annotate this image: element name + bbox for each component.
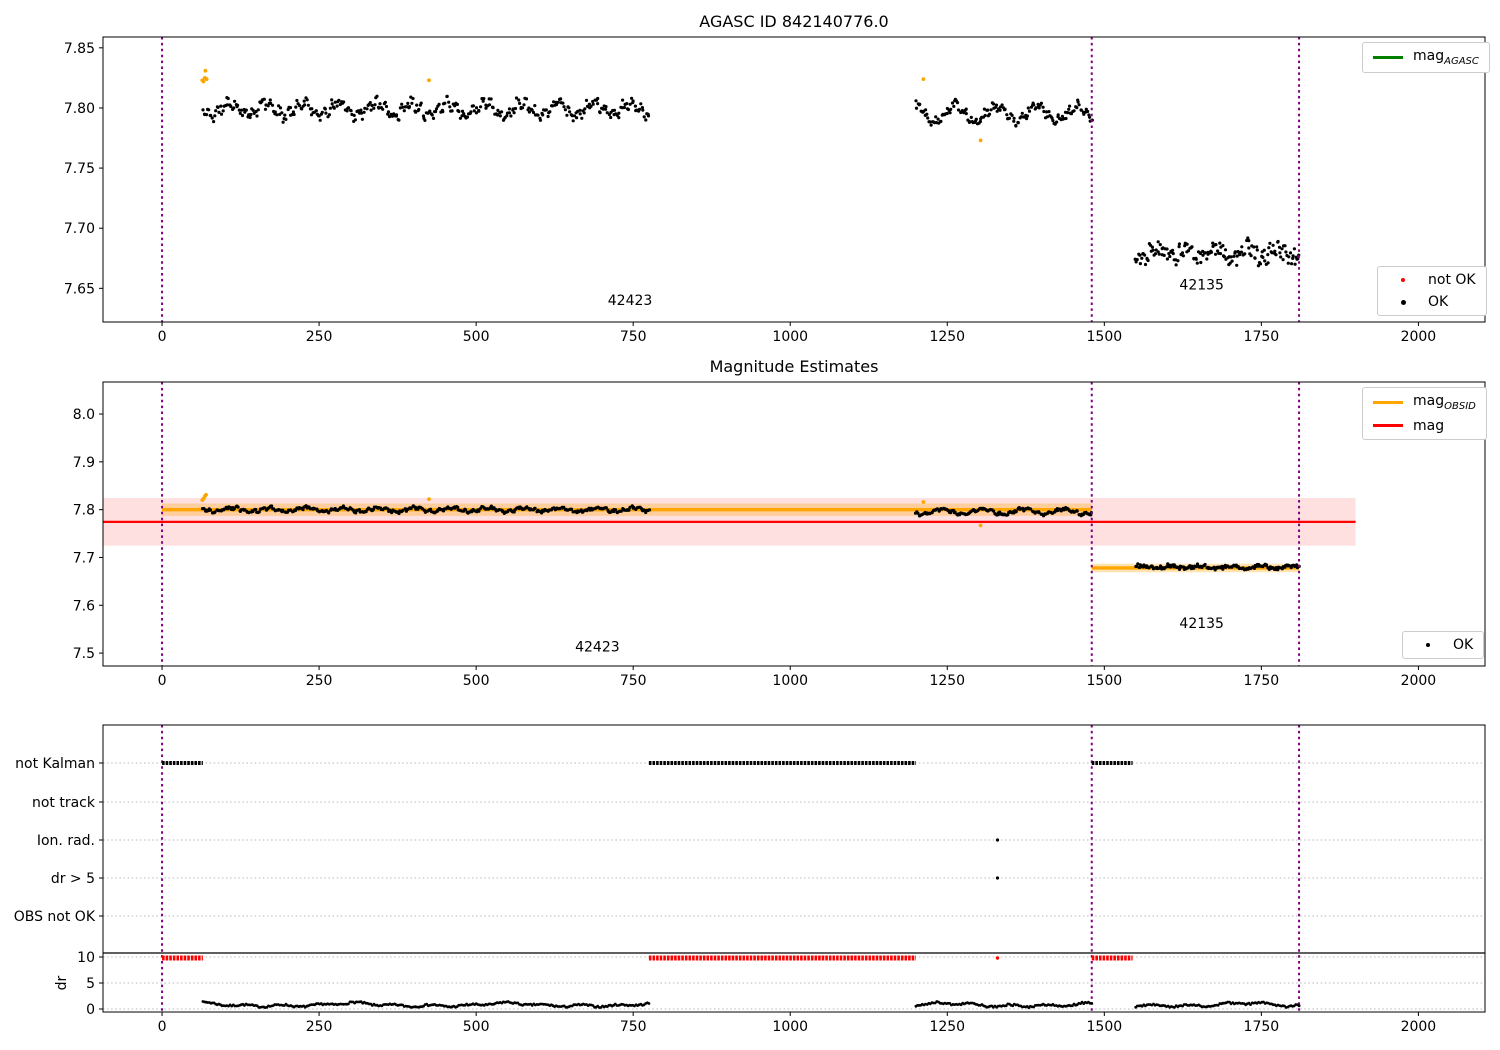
legend-item: OK [1413, 637, 1473, 653]
dr-trace-points [201, 1000, 1301, 1010]
x-tick-label: 0 [158, 673, 167, 689]
y-tick-label: 7.7 [73, 550, 95, 566]
legend-swatch [1401, 278, 1405, 282]
legend-line-icon [1373, 400, 1403, 404]
legend-item-label: magAGASC [1413, 48, 1479, 67]
x-tick-label: 500 [463, 1019, 490, 1035]
magnitude-estimates-figure: 42423 42135 0 250 500 750 1000 1250 1500 1750 2000… [0, 0, 1500, 1050]
x-tick-label: 0 [158, 329, 167, 345]
x-tick-label: 1250 [929, 1019, 965, 1035]
flags-plot-spines [102, 724, 1486, 1013]
legend-dot-icon [1388, 299, 1418, 305]
x-tick-label: 250 [306, 329, 333, 345]
legend-swatch [1373, 424, 1403, 428]
x-tick-label: 1500 [1087, 673, 1123, 689]
x-tick-label: 500 [463, 329, 490, 345]
x-tick-label: 2000 [1401, 673, 1437, 689]
legend-item-label: OK [1428, 294, 1449, 310]
agasc-mag-plot: 42423 42135 0 250 500 750 1000 1250 1500 1750 2000… [64, 36, 1486, 345]
x-tick-label: 1000 [772, 329, 808, 345]
y-tick-label: 7.80 [64, 101, 95, 117]
x-tick-label: 1500 [1087, 1019, 1123, 1035]
top-chart-title: AGASC ID 842140776.0 [699, 12, 889, 31]
figure-canvas: 42423421350 250 500 750 1000 1250 1500 1750 2000… [14, 36, 1486, 1035]
agasc-line-legend: magAGASC [1362, 42, 1490, 73]
x-tick-label: 1750 [1244, 329, 1280, 345]
x-tick-label: 1500 [1087, 329, 1123, 345]
dr-tick-label: 0 [86, 1002, 95, 1018]
estimates-marker-legend: OK [1402, 631, 1485, 659]
legend-item: OK [1388, 294, 1476, 310]
x-tick-label: 1750 [1244, 673, 1280, 689]
dr-axis-label: dr [54, 975, 70, 990]
flag-row-label: OBS not OK [14, 909, 96, 925]
y-tick-label: 7.9 [73, 455, 95, 471]
flag-row-label: not track [32, 795, 96, 811]
x-tick-label: 2000 [1401, 1019, 1437, 1035]
legend-dot-icon [1388, 278, 1418, 282]
y-tick-label: 8.0 [73, 407, 95, 423]
x-tick-label: 250 [306, 673, 333, 689]
x-tick-label: 0 [158, 1019, 167, 1035]
x-tick-label: 750 [620, 329, 647, 345]
legend-item-label: magOBSID [1413, 393, 1476, 412]
legend-swatch [1373, 55, 1403, 59]
middle-chart-title: Magnitude Estimates [709, 357, 879, 376]
obsid-annotation: 42423 [608, 293, 653, 309]
agasc-mag-plot-spines [102, 36, 1486, 323]
magnitude-estimates-plot: 42423 42135 0 250 500 750 1000 1250 1500 1750 2000… [73, 381, 1486, 689]
flag-row-label: not Kalman [15, 756, 95, 772]
x-tick-label: 1000 [772, 673, 808, 689]
y-tick-label: 7.65 [64, 281, 95, 297]
dr-tick-label: 10 [77, 950, 95, 966]
legend-line-icon [1373, 55, 1403, 59]
x-tick-label: 750 [620, 673, 647, 689]
y-tick-label: 7.70 [64, 221, 95, 237]
legend-swatch [1400, 299, 1406, 305]
legend-item: magAGASC [1373, 48, 1479, 67]
x-tick-label: 1000 [772, 1019, 808, 1035]
x-tick-label: 750 [620, 1019, 647, 1035]
obsid-annotation: 42423 [575, 640, 620, 656]
legend-item-label: not OK [1428, 272, 1476, 288]
dr-tick-label: 5 [86, 976, 95, 992]
x-tick-label: 1250 [929, 329, 965, 345]
y-tick-label: 7.75 [64, 161, 95, 177]
legend-item-label: mag [1413, 417, 1445, 434]
y-tick-label: 7.6 [73, 598, 95, 614]
obsid-annotation: 42135 [1179, 278, 1224, 294]
x-tick-label: 1750 [1244, 1019, 1280, 1035]
flag-row-label: dr > 5 [51, 871, 95, 887]
y-tick-label: 7.85 [64, 41, 95, 57]
x-tick-label: 1250 [929, 673, 965, 689]
legend-item: not OK [1388, 272, 1476, 288]
flag-point-dr-5 [995, 876, 1000, 880]
y-tick-label: 7.8 [73, 503, 95, 519]
legend-item-label: OK [1453, 637, 1474, 653]
x-tick-label: 250 [306, 1019, 333, 1035]
legend-item: mag [1373, 418, 1476, 434]
agasc-mag-plot-ok-points [201, 94, 1301, 268]
dr-not-ok-point [995, 956, 1000, 960]
legend-dot-icon [1413, 643, 1443, 647]
obsid-annotation: 42135 [1179, 616, 1224, 632]
flag-point-ion-rad- [995, 838, 1000, 842]
x-tick-label: 2000 [1401, 329, 1437, 345]
y-tick-label: 7.5 [73, 646, 95, 662]
legend-swatch [1373, 400, 1403, 404]
agasc-marker-legend: not OK OK [1377, 266, 1487, 316]
x-tick-label: 500 [463, 673, 490, 689]
flags-plot: not Kalman not track Ion. rad. dr > 5 OBS no… [14, 724, 1486, 1035]
legend-item: magOBSID [1373, 393, 1476, 412]
flag-row-label: Ion. rad. [37, 833, 95, 849]
estimates-line-legend: magOBSID mag [1362, 387, 1487, 440]
legend-line-icon [1373, 424, 1403, 428]
legend-swatch [1426, 643, 1430, 647]
